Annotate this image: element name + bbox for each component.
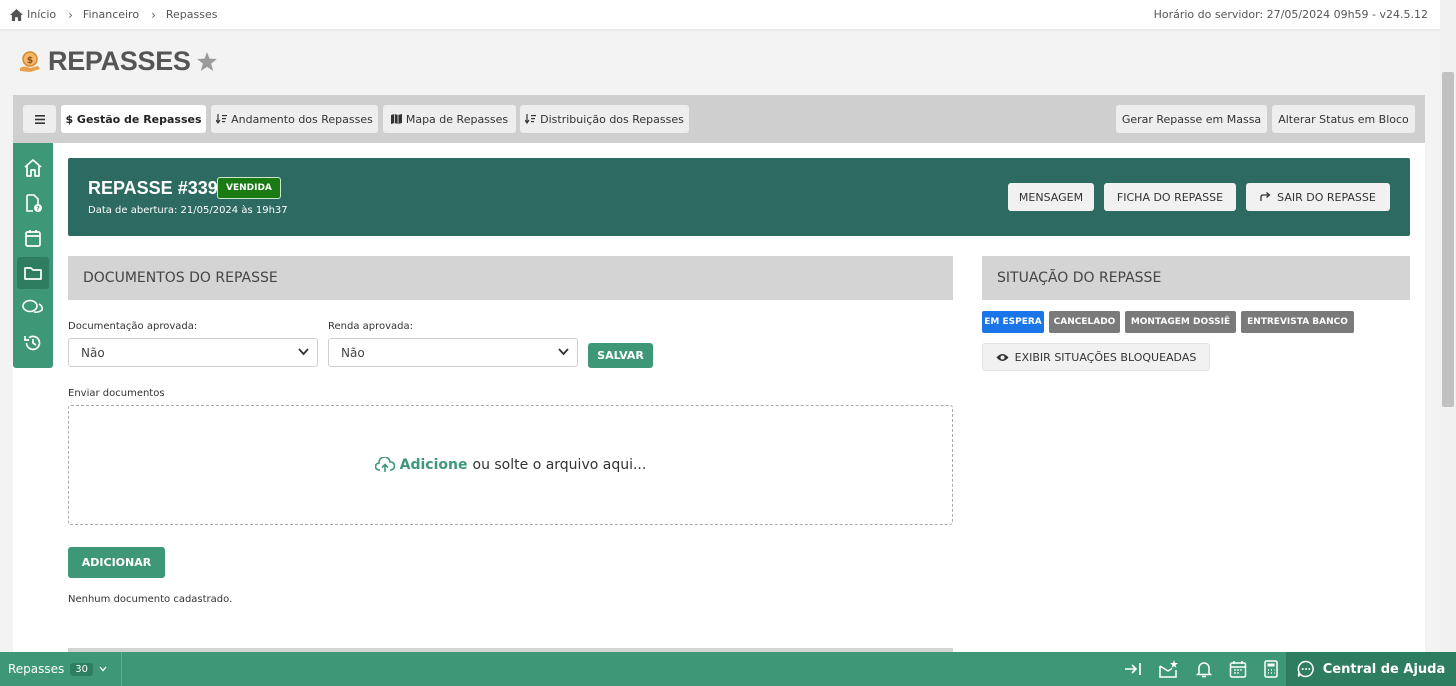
income-approved-value: Não — [341, 345, 365, 360]
chevron-down-icon — [558, 348, 569, 356]
help-center-button[interactable]: Central de Ajuda — [1286, 652, 1456, 686]
mail-star-icon[interactable] — [1159, 660, 1179, 678]
tab-label: $ Gestão de Repasses — [65, 112, 202, 126]
page-title: REPASSES — [48, 46, 191, 76]
chevron-right-icon: › — [151, 7, 156, 22]
bottom-icons — [1124, 652, 1278, 686]
star-icon[interactable] — [196, 52, 217, 71]
situation-badge-montagem-dossie[interactable]: MONTAGEM DOSSIÊ — [1125, 311, 1236, 333]
chevron-down-icon — [99, 666, 107, 672]
home-icon — [24, 159, 42, 177]
money-hand-icon: $ — [20, 50, 40, 72]
show-blocked-button[interactable]: EXIBIR SITUAÇÕES BLOQUEADAS — [982, 343, 1210, 371]
documents-heading: DOCUMENTOS DO REPASSE — [68, 256, 953, 300]
tab-label: Mapa de Repasses — [405, 112, 509, 126]
menu-toggle-button[interactable] — [23, 105, 56, 133]
show-blocked-label: EXIBIR SITUAÇÕES BLOQUEADAS — [1014, 350, 1197, 364]
tab-mapa-repasses[interactable]: Mapa de Repasses — [383, 105, 516, 133]
breadcrumb-repasses[interactable]: Repasses — [166, 8, 218, 21]
calendar-icon — [25, 230, 41, 247]
sair-label: SAIR DO REPASSE — [1277, 190, 1376, 204]
situation-badge-cancelado[interactable]: CANCELADO — [1049, 311, 1120, 333]
rail-folder[interactable] — [17, 257, 49, 289]
doc-approved-select[interactable]: Não — [68, 338, 318, 367]
alterar-status-bloco-button[interactable]: Alterar Status em Bloco — [1272, 105, 1415, 133]
history-icon — [24, 335, 41, 351]
sort-amount-icon — [525, 114, 537, 124]
bell-icon[interactable] — [1196, 661, 1212, 678]
page-header: $ REPASSES — [18, 46, 217, 77]
income-approved-label: Renda aprovada: — [328, 321, 414, 332]
empty-documents-text: Nenhum documento cadastrado. — [68, 594, 233, 605]
help-center-label: Central de Ajuda — [1322, 661, 1446, 677]
doc-approved-label: Documentação aprovada: — [68, 321, 198, 332]
svg-text:$: $ — [27, 56, 33, 66]
chevron-right-icon: › — [68, 7, 73, 22]
module-selector[interactable]: Repasses 30 — [0, 652, 123, 686]
module-count: 30 — [70, 662, 94, 676]
calculator-icon[interactable] — [1264, 660, 1278, 678]
rail-chat[interactable] — [17, 292, 49, 324]
svg-text:?: ? — [36, 206, 40, 213]
breadcrumb: Início › Financeiro › Repasses — [0, 8, 218, 22]
share-arrow-icon — [1260, 192, 1271, 201]
tab-label: Distribuição dos Repasses — [540, 112, 684, 126]
sair-repasse-button[interactable]: SAIR DO REPASSE — [1246, 183, 1390, 211]
chat-bubble-icon — [1297, 660, 1314, 678]
calendar-icon[interactable] — [1229, 660, 1247, 678]
rail-file-info[interactable]: ? — [17, 187, 49, 219]
cloud-upload-icon — [374, 457, 395, 472]
file-info-icon: ? — [26, 194, 42, 213]
save-button[interactable]: SALVAR — [588, 343, 653, 368]
rail-calendar[interactable] — [17, 222, 49, 254]
add-document-button[interactable]: ADICIONAR — [68, 547, 165, 578]
folder-icon — [24, 267, 42, 280]
situation-heading: SITUAÇÃO DO REPASSE — [982, 256, 1410, 300]
situation-badge-entrevista-banco[interactable]: ENTREVISTA BANCO — [1241, 311, 1354, 333]
doc-approved-value: Não — [81, 345, 105, 360]
card-toolbar: $ Gestão de Repasses Andamento dos Repas… — [13, 95, 1425, 143]
rail-history[interactable] — [17, 327, 49, 359]
file-dropzone[interactable]: Adicione ou solte o arquivo aqui... — [68, 405, 953, 525]
module-name: Repasses — [8, 662, 65, 676]
chat-icon — [22, 299, 43, 314]
sort-amount-icon — [216, 114, 228, 124]
tab-gestao-repasses[interactable]: $ Gestão de Repasses — [61, 105, 206, 133]
bottom-bar: Repasses 30 Central de Ajuda — [0, 652, 1456, 686]
ficha-repasse-button[interactable]: FICHA DO REPASSE — [1104, 183, 1236, 211]
tab-label: Andamento dos Repasses — [231, 112, 373, 126]
scrollbar-thumb[interactable] — [1442, 72, 1454, 407]
tab-andamento-repasses[interactable]: Andamento dos Repasses — [211, 105, 378, 133]
repasse-title: REPASSE #339 — [88, 178, 218, 198]
scrollbar[interactable] — [1440, 0, 1456, 652]
chevron-down-icon — [298, 348, 309, 356]
dropzone-text: ou solte o arquivo aqui... — [472, 457, 647, 473]
situation-badge-em-espera[interactable]: EM ESPERA — [982, 311, 1044, 333]
mensagem-button[interactable]: MENSAGEM — [1008, 183, 1094, 211]
gerar-repasse-massa-button[interactable]: Gerar Repasse em Massa — [1116, 105, 1267, 133]
map-icon — [390, 114, 402, 124]
hamburger-icon — [34, 114, 45, 124]
top-bar: Início › Financeiro › Repasses Horário d… — [0, 0, 1440, 29]
home-icon — [10, 8, 23, 21]
upload-label: Enviar documentos — [68, 388, 165, 399]
sign-in-icon[interactable] — [1124, 661, 1142, 677]
tab-distribuicao-repasses[interactable]: Distribuição dos Repasses — [520, 105, 689, 133]
opening-date: Data de abertura: 21/05/2024 às 19h37 — [88, 205, 288, 216]
dropzone-add-link[interactable]: Adicione — [400, 457, 468, 473]
breadcrumb-label-home: Início — [27, 8, 57, 21]
status-badge: VENDIDA — [217, 177, 281, 199]
rail-home[interactable] — [17, 152, 49, 184]
eye-icon — [996, 353, 1009, 361]
side-rail: ? — [13, 143, 53, 368]
server-time: Horário do servidor: 27/05/2024 09h59 - … — [1153, 8, 1428, 21]
breadcrumb-home[interactable]: Início — [10, 8, 56, 21]
income-approved-select[interactable]: Não — [328, 338, 578, 367]
repasse-banner: REPASSE #339 VENDIDA Data de abertura: 2… — [68, 158, 1410, 236]
breadcrumb-financeiro[interactable]: Financeiro — [83, 8, 139, 21]
